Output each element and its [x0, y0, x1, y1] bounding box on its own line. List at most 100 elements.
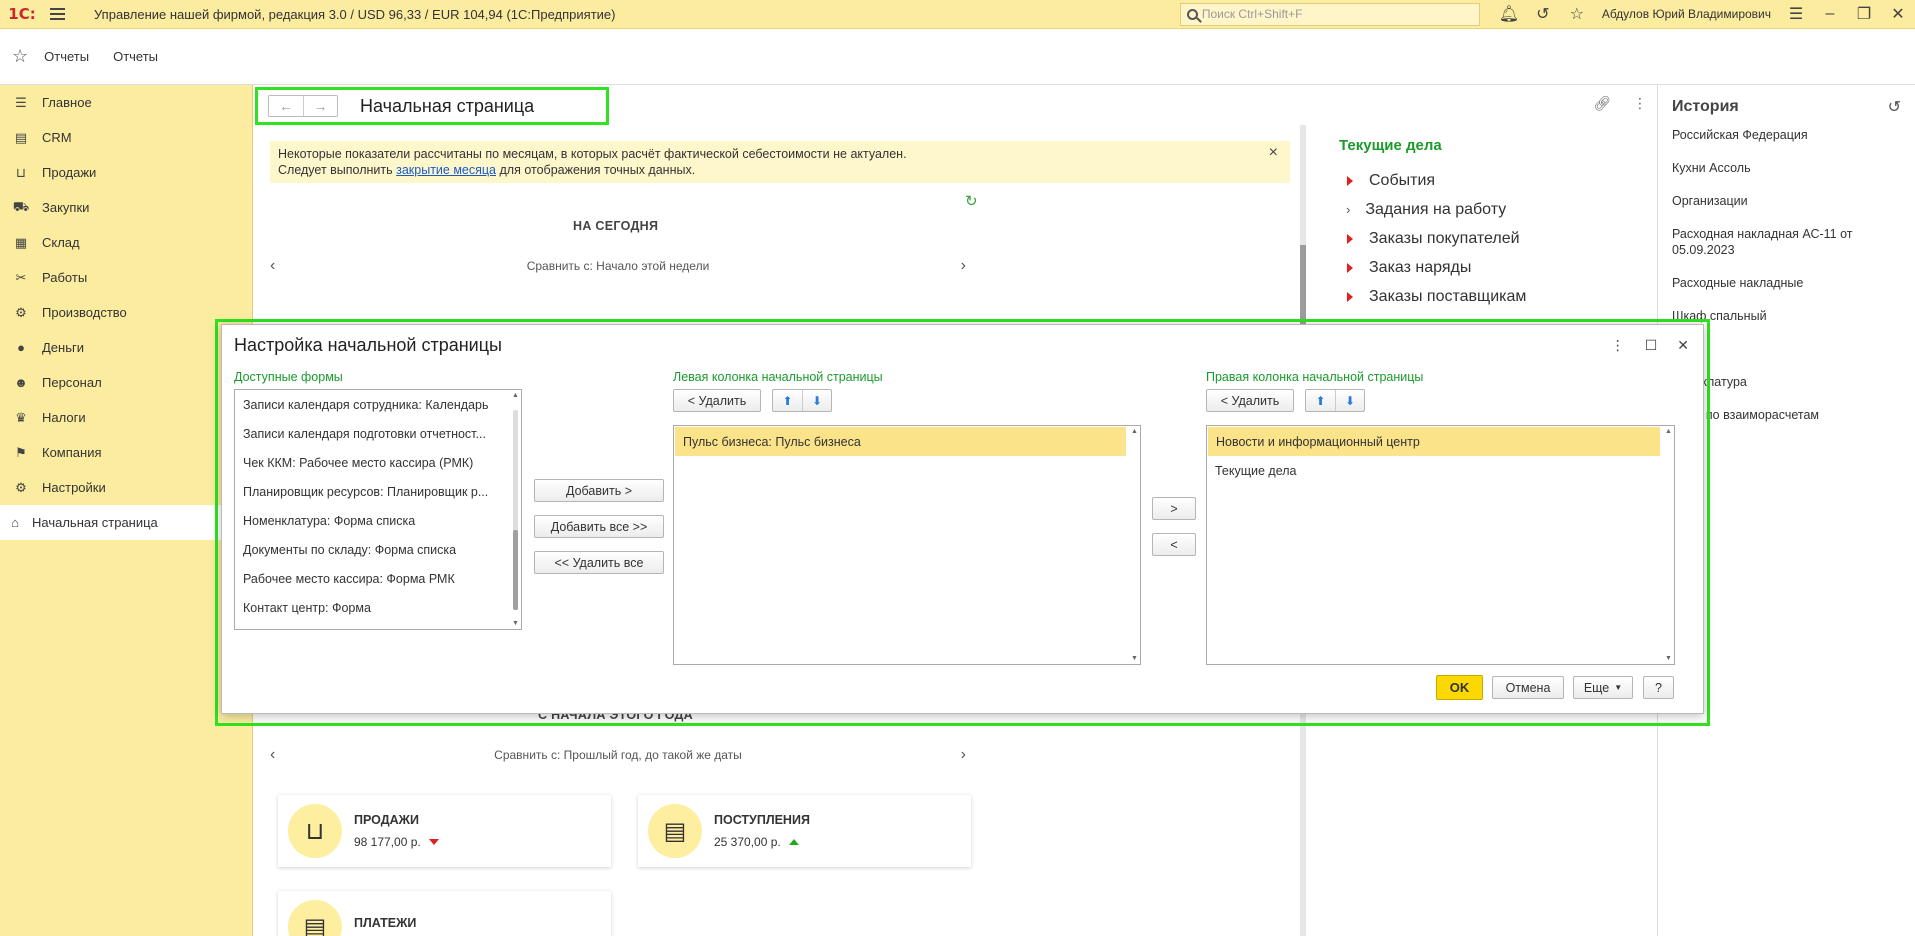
app-logo[interactable]: 1С:: [0, 0, 44, 29]
move-right-button[interactable]: >: [1152, 497, 1196, 520]
left-remove-button[interactable]: < Удалить: [673, 389, 761, 412]
today-compare-label[interactable]: Сравнить с: Начало этой недели: [527, 259, 710, 273]
more-vertical-icon[interactable]: ⋮: [1633, 95, 1647, 112]
warning-text-line1: Некоторые показатели рассчитаны по месяц…: [278, 147, 907, 161]
move-up-icon[interactable]: ⬆: [773, 390, 802, 411]
right-move-group: ⬆ ⬇: [1305, 389, 1365, 412]
list-item-selected[interactable]: Пульс бизнеса: Пульс бизнеса: [675, 427, 1126, 456]
list-item[interactable]: Рабочее место кассира: Форма РМК: [235, 564, 521, 593]
history-item[interactable]: Организации: [1672, 193, 1901, 209]
settings-menu-icon[interactable]: ☰: [1779, 0, 1813, 29]
sales-card[interactable]: ⊔ ПРОДАЖИ 98 177,00 р.: [278, 795, 611, 867]
task-work-orders[interactable]: Заказ наряды: [1339, 253, 1649, 282]
list-item[interactable]: Номенклатура: Форма списка: [235, 506, 521, 535]
month-close-link[interactable]: закрытие месяца: [396, 163, 496, 177]
scroll-down-icon[interactable]: ▼: [512, 620, 519, 627]
cart-icon: ⛟: [12, 198, 30, 214]
scroll-thumb[interactable]: [513, 530, 518, 610]
sidebar-item-works[interactable]: ✂ Работы: [0, 260, 252, 295]
history-item[interactable]: Российская Федерация: [1672, 127, 1901, 143]
history-item[interactable]: Расходная накладная АС-11 от 05.09.2023: [1672, 226, 1901, 258]
receipts-card-title: ПОСТУПЛЕНИЯ: [714, 813, 810, 827]
sidebar-item-purchases[interactable]: ⛟ Закупки: [0, 190, 252, 225]
move-down-icon[interactable]: ⬇: [802, 390, 831, 411]
left-column-list[interactable]: Пульс бизнеса: Пульс бизнеса ▲ ▼: [673, 425, 1141, 665]
list-item-selected[interactable]: Новости и информационный центр: [1208, 427, 1660, 456]
receipts-card[interactable]: ▤ ПОСТУПЛЕНИЯ 25 370,00 р.: [638, 795, 971, 867]
year-compare-row: ‹ Сравнить с: Прошлый год, до такой же д…: [270, 744, 966, 766]
list-item[interactable]: Записи календаря подготовки отчетност...: [235, 419, 521, 448]
list-item[interactable]: Текущие дела: [1207, 456, 1674, 485]
right-column-list[interactable]: Новости и информационный центр Текущие д…: [1206, 425, 1675, 665]
history-clock-icon[interactable]: ↺: [1888, 97, 1901, 117]
back-arrow-icon[interactable]: ←: [269, 96, 303, 116]
payments-card[interactable]: ▤ ПЛАТЕЖИ: [278, 891, 611, 936]
list-item[interactable]: Чек ККМ: Рабочее место кассира (РМК): [235, 448, 521, 477]
task-work-assignments[interactable]: › Задания на работу: [1339, 195, 1649, 224]
year-prev-icon[interactable]: ‹: [270, 746, 275, 764]
main-menu-icon[interactable]: [50, 8, 74, 20]
more-button[interactable]: Еще ▼: [1573, 676, 1633, 699]
history-item[interactable]: Расходные накладные: [1672, 275, 1901, 291]
move-down-icon[interactable]: ⬇: [1335, 390, 1364, 411]
move-left-button[interactable]: <: [1152, 533, 1196, 556]
close-warning-icon[interactable]: ×: [1269, 145, 1278, 161]
sidebar-item-main[interactable]: ☰ Главное: [0, 85, 252, 120]
money-stack-icon: ▤: [288, 900, 342, 936]
list-item[interactable]: Документы по складу: Форма списка: [235, 535, 521, 564]
scroll-up-icon[interactable]: ▲: [512, 392, 519, 399]
global-search-input[interactable]: Поиск Ctrl+Shift+F: [1179, 2, 1480, 26]
favorites-star-icon[interactable]: ☆: [12, 46, 28, 67]
ok-button[interactable]: OK: [1436, 675, 1483, 700]
left-list-scrollbar[interactable]: ▲ ▼: [1128, 426, 1140, 664]
history-item[interactable]: Кухни Ассоль: [1672, 160, 1901, 176]
today-next-icon[interactable]: ›: [961, 257, 966, 275]
add-all-button[interactable]: Добавить все >>: [534, 515, 664, 538]
year-next-icon[interactable]: ›: [961, 746, 966, 764]
available-list-scrollbar[interactable]: ▲ ▼: [509, 390, 521, 629]
move-up-icon[interactable]: ⬆: [1306, 390, 1335, 411]
available-forms-list[interactable]: Записи календаря сотрудника: Календарь З…: [234, 389, 522, 630]
close-icon[interactable]: ✕: [1677, 337, 1689, 354]
remove-all-button[interactable]: << Удалить все: [534, 551, 664, 574]
emblem-icon: ♛: [15, 409, 27, 425]
sidebar-item-sales[interactable]: ⊔ Продажи: [0, 155, 252, 190]
help-button[interactable]: ?: [1643, 676, 1674, 699]
flag-icon: ⚑: [15, 444, 27, 460]
refresh-icon[interactable]: ↻: [965, 192, 978, 210]
current-tasks-title[interactable]: Текущие дела: [1339, 137, 1649, 154]
scroll-down-icon[interactable]: ▼: [1665, 655, 1672, 662]
task-supplier-orders[interactable]: Заказы поставщикам: [1339, 282, 1649, 311]
restore-icon[interactable]: ❐: [1847, 0, 1881, 29]
add-button[interactable]: Добавить >: [534, 479, 664, 502]
favorites-link-reports-2[interactable]: Отчеты: [113, 49, 158, 64]
list-item[interactable]: Контакт центр: Форма: [235, 593, 521, 622]
today-prev-icon[interactable]: ‹: [270, 257, 275, 275]
favorites-link-reports-1[interactable]: Отчеты: [44, 49, 89, 64]
right-remove-button[interactable]: < Удалить: [1206, 389, 1294, 412]
close-icon[interactable]: ✕: [1881, 0, 1915, 29]
link-icon[interactable]: 🔗︎: [1593, 95, 1611, 112]
more-vertical-icon[interactable]: ⋮: [1611, 337, 1625, 354]
history-icon[interactable]: ↺: [1526, 0, 1560, 29]
right-list-scrollbar[interactable]: ▲ ▼: [1662, 426, 1674, 664]
list-item[interactable]: Текущие дела: Форма: [235, 622, 521, 629]
task-customer-orders[interactable]: Заказы покупателей: [1339, 224, 1649, 253]
minimize-icon[interactable]: –: [1813, 0, 1847, 29]
task-events[interactable]: События: [1339, 166, 1649, 195]
user-name[interactable]: Абдулов Юрий Владимирович: [1602, 7, 1771, 21]
star-icon[interactable]: ☆: [1560, 0, 1594, 29]
list-item[interactable]: Записи календаря сотрудника: Календарь: [235, 390, 521, 419]
sales-card-title: ПРОДАЖИ: [354, 813, 419, 827]
forward-arrow-icon[interactable]: →: [303, 96, 337, 116]
maximize-icon[interactable]: ☐: [1645, 337, 1658, 354]
bell-icon[interactable]: 🔔︎: [1492, 0, 1526, 29]
year-compare-label[interactable]: Сравнить с: Прошлый год, до такой же дат…: [494, 748, 742, 762]
sidebar-item-warehouse[interactable]: ▦ Склад: [0, 225, 252, 260]
scroll-down-icon[interactable]: ▼: [1131, 655, 1138, 662]
cancel-button[interactable]: Отмена: [1492, 676, 1564, 699]
scroll-up-icon[interactable]: ▲: [1131, 428, 1138, 435]
list-item[interactable]: Планировщик ресурсов: Планировщик р...: [235, 477, 521, 506]
sidebar-item-crm[interactable]: ▤ CRM: [0, 120, 252, 155]
scroll-up-icon[interactable]: ▲: [1665, 428, 1672, 435]
